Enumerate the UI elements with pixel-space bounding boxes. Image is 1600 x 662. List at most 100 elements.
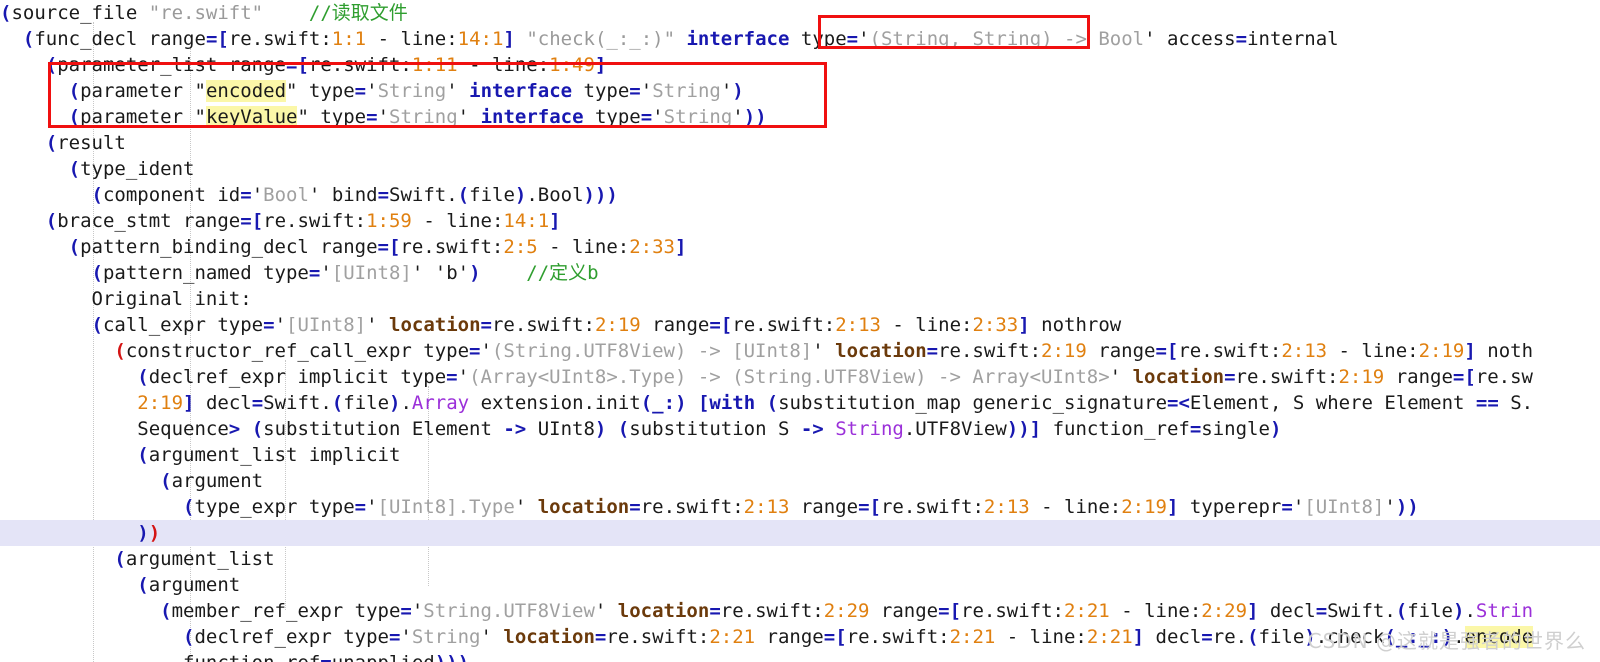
- code-line[interactable]: (result: [0, 130, 1600, 156]
- code-token: (Array<UInt8>.Type) -> (String.UTF8View)…: [469, 366, 1110, 388]
- code-token: argument_list: [125, 548, 275, 570]
- code-token: "check(_:_:)": [526, 28, 676, 50]
- code-content[interactable]: (source_file "re.swift" //读取文件 (func_dec…: [0, 0, 1600, 662]
- code-line[interactable]: (func_decl range=[re.swift:1:1 - line:14…: [0, 26, 1600, 52]
- code-token: (: [183, 626, 195, 648]
- code-token: ': [457, 366, 470, 388]
- code-line[interactable]: (call_expr type='[UInt8]' location=re.sw…: [0, 312, 1600, 338]
- code-line[interactable]: Sequence> (substitution Element -> UInt8…: [0, 416, 1600, 442]
- code-line[interactable]: (declref_expr implicit type='(Array<UInt…: [0, 364, 1600, 390]
- code-token: function_ref: [1041, 418, 1190, 440]
- code-token: //读取文件: [308, 2, 408, 24]
- code-token: .: [400, 392, 412, 414]
- code-token: =: [1235, 28, 1248, 50]
- code-line[interactable]: (argument_list: [0, 546, 1600, 572]
- code-line[interactable]: Original init:: [0, 286, 1600, 312]
- code-token: ': [480, 626, 492, 648]
- code-token: interface: [686, 28, 790, 50]
- code-line[interactable]: (pattern_binding_decl range=[re.swift:2:…: [0, 234, 1600, 260]
- code-line[interactable]: (argument: [0, 468, 1600, 494]
- code-token: re.swift:: [720, 600, 824, 622]
- code-token: [: [835, 626, 847, 648]
- code-token: =: [240, 210, 252, 232]
- code-token: .UTF8View: [903, 418, 1007, 440]
- code-token: typerepr: [1178, 496, 1282, 518]
- code-token: =: [354, 496, 367, 518]
- code-line[interactable]: (argument: [0, 572, 1600, 598]
- code-token: re.swift:: [308, 54, 412, 76]
- code-token: 1:49: [549, 54, 595, 76]
- code-line[interactable]: (source_file "re.swift" //读取文件: [0, 0, 1600, 26]
- code-token: re.swift:: [400, 236, 504, 258]
- code-token: ->: [800, 418, 824, 440]
- code-token: parameter_list range: [57, 54, 286, 76]
- code-line[interactable]: (parameter "encoded" type='String' inter…: [0, 78, 1600, 104]
- code-line[interactable]: (type_ident: [0, 156, 1600, 182]
- code-line[interactable]: (argument_list implicit: [0, 442, 1600, 468]
- code-token: parameter: [80, 80, 195, 102]
- code-token: String.UTF8View: [423, 600, 595, 622]
- code-line[interactable]: 2:19] decl=Swift.(file).Array extension.…: [0, 390, 1600, 416]
- code-token: ]: [1132, 626, 1145, 648]
- code-token: ': [1384, 496, 1396, 518]
- code-token: =: [1315, 600, 1328, 622]
- code-token: 2:13: [835, 314, 881, 336]
- code-token: (: [0, 2, 12, 24]
- code-token: argument: [148, 574, 241, 596]
- code-token: type: [572, 80, 630, 102]
- code-token: (: [114, 340, 126, 362]
- code-token: ': [446, 80, 458, 102]
- code-token: =: [240, 184, 252, 206]
- code-token: ): [1269, 418, 1282, 440]
- code-line[interactable]: (parameter_list range=[re.swift:1:11 - l…: [0, 52, 1600, 78]
- code-token: extension.init: [469, 392, 641, 414]
- code-token: location: [537, 496, 630, 518]
- code-token: [UInt8].Type: [377, 496, 515, 518]
- code-token: 2:29: [823, 600, 870, 622]
- code-token: pattern_named type: [102, 262, 309, 284]
- code-token: //定义b: [526, 262, 599, 284]
- code-token: =: [388, 626, 401, 648]
- code-line[interactable]: (component id='Bool' bind=Swift.(file).B…: [0, 182, 1600, 208]
- code-token: location: [389, 314, 481, 336]
- code-line[interactable]: )): [0, 520, 1600, 546]
- code-token: 2:19: [1338, 366, 1385, 388]
- code-token: re.swift:: [228, 28, 332, 50]
- code-token: pattern_binding_decl range: [80, 236, 378, 258]
- code-token: =: [480, 314, 492, 336]
- code-line[interactable]: (constructor_ref_call_expr type='(String…: [0, 338, 1600, 364]
- code-token: ': [514, 496, 527, 518]
- code-line[interactable]: (parameter "keyValue" type='String' inte…: [0, 104, 1600, 130]
- code-token: encoded: [205, 80, 287, 102]
- code-token: noth: [1475, 340, 1534, 362]
- code-token: (: [45, 54, 58, 76]
- code-token: (String, String) -> Bool: [869, 28, 1145, 50]
- code-line[interactable]: (member_ref_expr type='String.UTF8View' …: [0, 598, 1600, 624]
- code-token: internal: [1247, 28, 1339, 50]
- code-token: - line:: [1327, 340, 1419, 362]
- code-token: String: [663, 106, 733, 128]
- code-line[interactable]: (brace_stmt range=[re.swift:1:59 - line:…: [0, 208, 1600, 234]
- code-token: unapplied: [332, 652, 435, 662]
- code-token: 2:21: [949, 626, 996, 648]
- code-token: ': [366, 496, 378, 518]
- code-line[interactable]: (type_expr type='[UInt8].Type' location=…: [0, 494, 1600, 520]
- csdn-watermark: CSDN @这就是强者的世界么: [1307, 629, 1586, 653]
- code-token: (: [160, 470, 172, 492]
- code-token: file: [1407, 600, 1453, 622]
- code-token: =: [1167, 392, 1179, 414]
- code-token: Sequence: [0, 418, 229, 440]
- code-line[interactable]: (pattern_named type='[UInt8]' 'b') //定义b: [0, 260, 1600, 286]
- code-token: interface: [480, 106, 584, 128]
- code-token: 2:21: [709, 626, 756, 648]
- code-token: ]: [1166, 496, 1179, 518]
- code-token: .: [1464, 600, 1476, 622]
